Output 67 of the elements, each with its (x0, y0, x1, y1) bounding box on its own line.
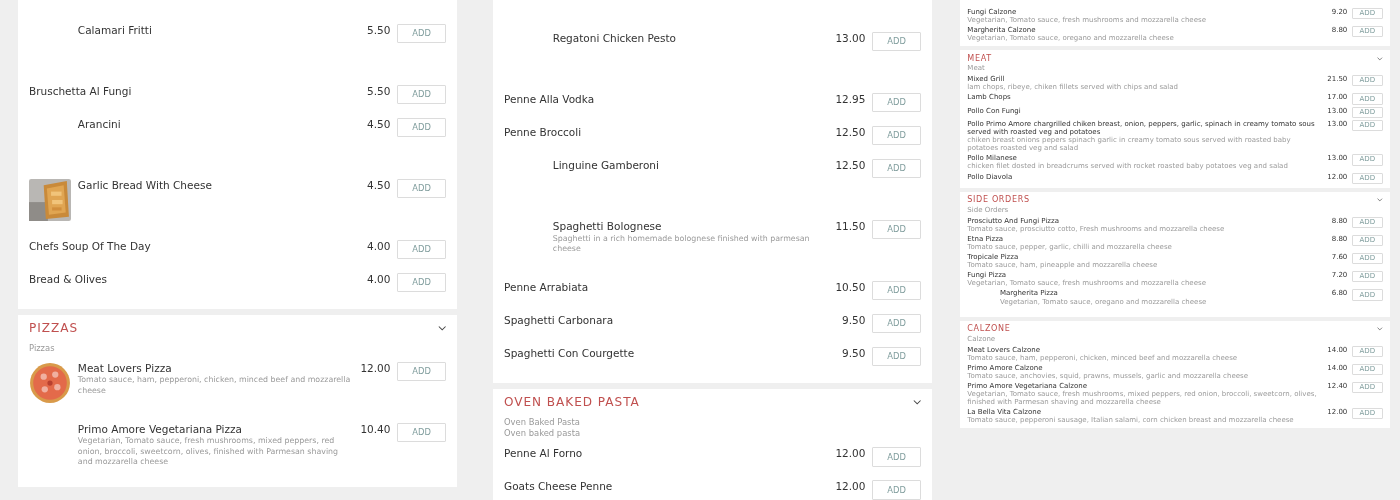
category-subtitle: Pizzas (29, 342, 56, 354)
item-price: 4.50 (367, 117, 391, 132)
item-price: 10.50 (835, 280, 866, 295)
item-price: 5.50 (367, 84, 391, 99)
add-button[interactable]: ADD (872, 280, 921, 301)
item-name: Bruschetta Al Fungi (29, 84, 133, 99)
item-price: 12.00 (835, 480, 866, 494)
item-name: Spaghetti Carbonara (504, 313, 615, 328)
add-button[interactable]: ADD (872, 159, 921, 179)
category-title: CALZONE (967, 324, 1011, 334)
chevron-down-icon[interactable] (1377, 197, 1383, 203)
item-price: 9.50 (842, 313, 866, 328)
add-button[interactable]: ADD (872, 32, 921, 52)
item-price: 9.50 (842, 346, 866, 361)
add-button[interactable]: ADD (397, 361, 446, 382)
item-name: Garlic Bread With Cheese (77, 178, 213, 193)
item-name: Goats Cheese Penne (504, 480, 614, 494)
category-subtitle: Oven Baked Pasta (504, 416, 581, 428)
category-title: MEAT (967, 53, 992, 64)
item-price: 4.00 (367, 272, 391, 287)
item-name: Chefs Soup Of The Day (29, 239, 152, 254)
chevron-down-icon[interactable] (1377, 55, 1383, 62)
add-button[interactable]: ADD (397, 24, 446, 44)
item-name: Regatoni Chicken Pesto (552, 32, 677, 46)
chevron-down-icon[interactable] (1377, 325, 1383, 332)
item-price: 12.50 (835, 125, 866, 140)
item-price: 10.40 (360, 422, 391, 437)
add-button[interactable]: ADD (397, 239, 446, 260)
item-name: Meat Lovers Pizza (77, 361, 173, 376)
item-name: Calamari Fritti (77, 24, 153, 38)
chevron-down-icon[interactable] (912, 398, 921, 407)
category-title: OVEN BAKED PASTA (504, 394, 640, 411)
add-button[interactable]: ADD (872, 480, 921, 500)
add-button[interactable]: ADD (872, 346, 921, 367)
add-button[interactable]: ADD (397, 84, 446, 105)
add-button[interactable]: ADD (397, 272, 446, 293)
item-name: Penne Alla Vodka (504, 92, 596, 107)
add-button[interactable]: ADD (872, 125, 921, 146)
item-name: Linguine Gamberoni (552, 159, 660, 173)
item-price: 13.00 (835, 32, 866, 46)
item-price: 12.50 (835, 159, 866, 173)
add-button[interactable]: ADD (397, 117, 446, 138)
item-price: 11.50 (835, 219, 866, 234)
item-name: Penne Arrabiata (504, 280, 590, 295)
category-title: SIDE ORDERS (967, 195, 1030, 205)
add-button[interactable]: ADD (872, 447, 921, 467)
item-name: Penne Al Forno (504, 447, 584, 461)
item-price: 4.50 (367, 178, 391, 193)
category-subtitle: Oven baked pasta (504, 428, 582, 440)
item-price: 12.00 (835, 447, 866, 461)
item-name: Spaghetti Bolognese (552, 219, 663, 234)
category-title: PIZZAS (29, 320, 79, 337)
chevron-down-icon[interactable] (437, 324, 446, 333)
item-name: Penne Broccoli (504, 125, 583, 140)
add-button[interactable]: ADD (872, 92, 921, 113)
item-name: Spaghetti Con Courgette (504, 346, 636, 361)
item-price: 12.00 (360, 361, 391, 376)
item-name: Bread & Olives (29, 272, 108, 287)
add-button[interactable]: ADD (397, 178, 446, 199)
add-button[interactable]: ADD (872, 313, 921, 334)
item-price: 4.00 (367, 239, 391, 254)
item-name: Arancini (77, 117, 122, 132)
item-name: Primo Amore Vegetariana Pizza (77, 422, 243, 437)
add-button[interactable]: ADD (872, 219, 921, 240)
item-price: 5.50 (367, 24, 391, 38)
item-price: 12.95 (835, 92, 866, 107)
add-button[interactable]: ADD (397, 422, 446, 442)
